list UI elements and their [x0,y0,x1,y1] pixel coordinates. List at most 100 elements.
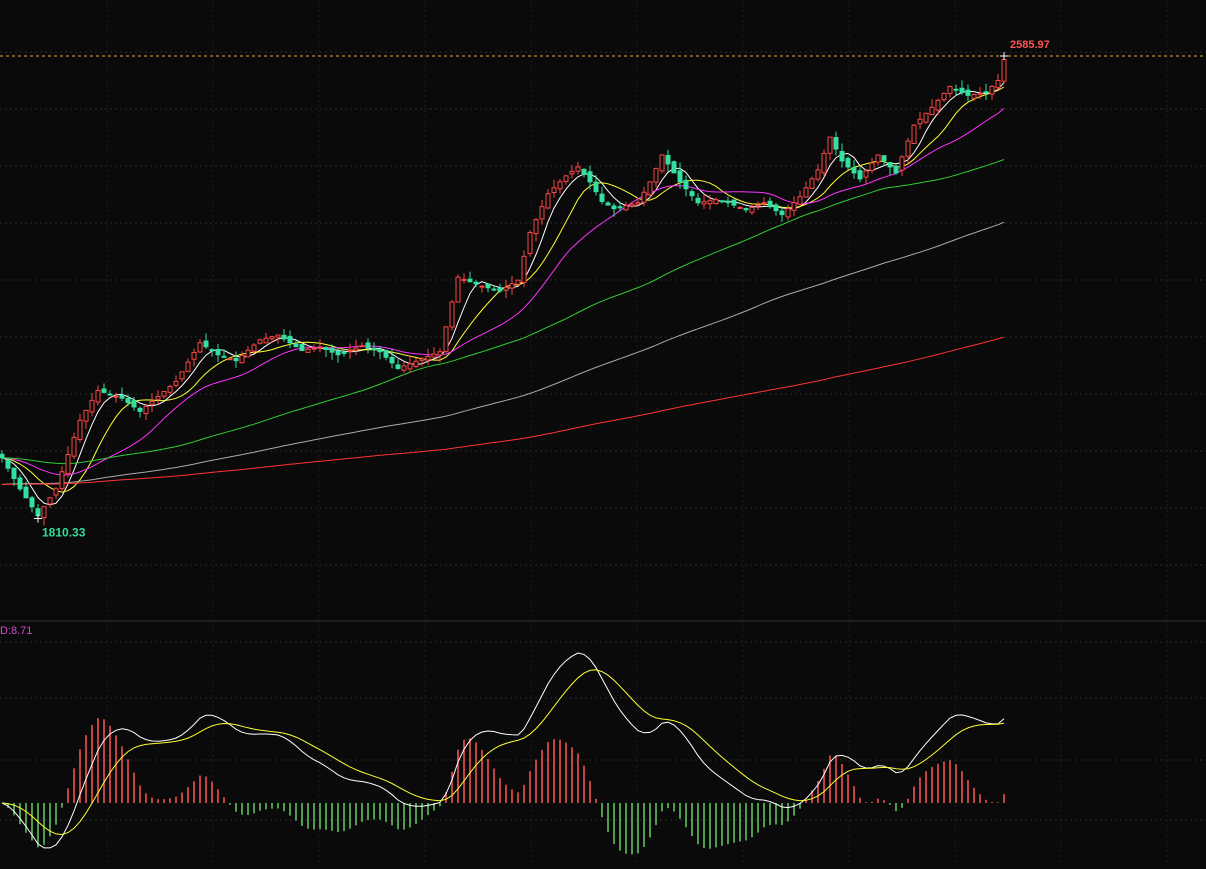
candle [767,197,773,209]
candle [245,346,251,358]
candle-body [515,279,521,285]
candle-body [905,140,911,157]
candle [839,143,845,168]
candle-body [71,436,77,457]
candle-body [677,170,683,183]
candle [545,188,551,210]
candle [77,413,83,443]
candle-body [605,202,611,206]
candle-body [17,477,23,490]
candle-body [371,347,377,351]
candle-body [617,206,623,209]
candle-body [641,191,647,203]
candle-body [449,301,455,328]
candle [827,136,833,160]
candle [947,85,953,98]
high-cross-marker [1000,52,1008,61]
candle [575,161,581,175]
candle-body [473,281,479,285]
candle [587,165,593,190]
candle-body [701,201,707,205]
candle-body [653,167,659,183]
candle [893,164,899,175]
candle-body [347,349,353,352]
candle [749,204,755,215]
candle [899,154,905,177]
candle-body [695,197,701,204]
candle [443,326,449,353]
candle [911,124,917,145]
candle-body [377,349,383,353]
candle [359,342,365,348]
candle [233,351,239,368]
candle-body [365,342,371,349]
candle [1001,56,1007,84]
price-markers [0,52,1206,523]
candle [143,404,149,420]
candle [401,361,407,373]
candle-body [5,459,11,469]
chart-canvas: 2585.97 1810.33 D:8.71 [0,0,1206,864]
candle-body [785,208,791,218]
candle [581,168,587,178]
candle [959,80,965,95]
candle [191,348,197,367]
candle [527,230,533,257]
candle-body [707,200,713,205]
candle [461,273,467,284]
candle [941,92,947,102]
candle [83,409,89,429]
candle-body [911,124,917,145]
candle-body [287,335,293,344]
candle-body [629,203,635,207]
candle-body [137,407,143,412]
candle-body [923,112,929,123]
candle [551,179,557,198]
candle [809,176,815,189]
candle-body [947,85,953,95]
candle [857,167,863,183]
candle-body [941,92,947,101]
candle-body [317,346,323,349]
candle-body [53,488,59,496]
candle [365,338,371,354]
candle-body [89,399,95,413]
candle [755,201,761,210]
candle-body [329,348,335,353]
candle-body [989,85,995,95]
candle [695,193,701,206]
candle-body [299,343,305,352]
candle [41,506,47,526]
candle-body [659,154,665,172]
candle-body [839,151,845,162]
candle-body [875,154,881,163]
candle-body [407,363,413,370]
candle-body [467,278,473,283]
candle-body [929,106,935,115]
candle [89,393,95,416]
candle [773,202,779,216]
candle-body [23,486,29,499]
candle [179,371,185,382]
candle-body [797,196,803,205]
candle-body [737,206,743,209]
candle [491,286,497,292]
candle-body [143,405,149,415]
candle-body [425,356,431,361]
candle-body [269,336,275,340]
candle [815,163,821,182]
candle [605,200,611,206]
candle-body [251,344,257,352]
candle [215,344,221,362]
macd-dif-line [1,652,1005,849]
candle [599,186,605,205]
candle-body [983,91,989,94]
candle-body [893,165,899,174]
candle [101,383,107,394]
ma60-line [1,159,1005,465]
candle [923,112,929,124]
candle-body [275,334,281,338]
low-cross-marker [34,514,42,523]
candle [521,250,527,288]
candle [851,160,857,179]
